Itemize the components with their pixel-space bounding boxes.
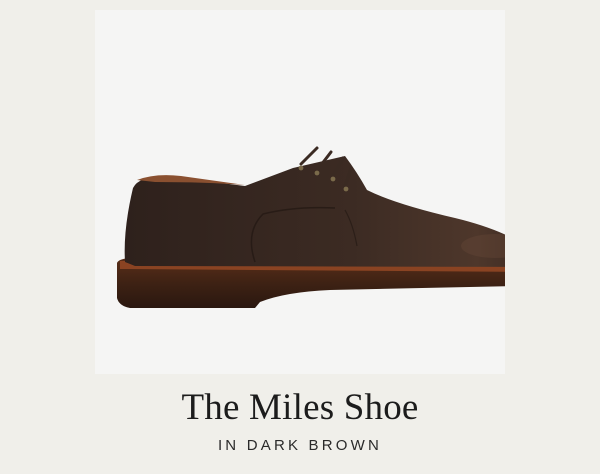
product-name[interactable]: The Miles Shoe xyxy=(0,386,600,429)
product-image-panel[interactable] xyxy=(95,10,505,374)
product-color-label: IN DARK BROWN xyxy=(217,437,383,454)
derby-shoe-icon xyxy=(117,146,505,308)
